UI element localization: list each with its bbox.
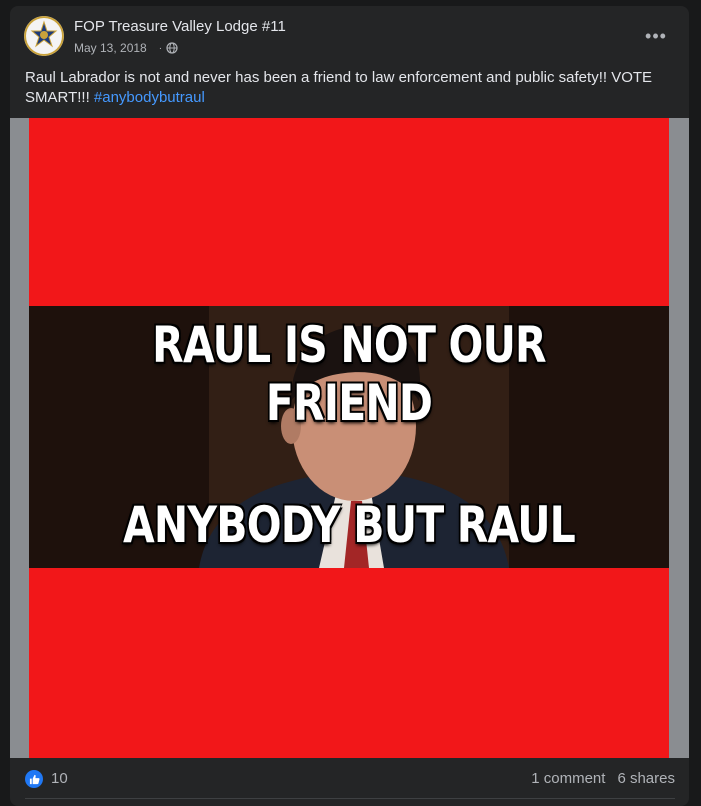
thumbs-up-glyph <box>29 774 40 784</box>
fop-star-logo-icon <box>24 16 64 56</box>
page-name-link[interactable]: FOP Treasure Valley Lodge #11 <box>74 18 286 35</box>
meta-separator: · <box>158 42 163 54</box>
photo-band: RAUL IS NOT OUR FRIEND ANYBODY BUT RAUL <box>29 306 669 568</box>
thumbs-up-icon[interactable] <box>25 770 43 788</box>
meme-image: RAUL IS NOT OUR FRIEND ANYBODY BUT RAUL <box>29 118 669 758</box>
post-card: FOP Treasure Valley Lodge #11 May 13, 20… <box>10 6 689 806</box>
meme-top-caption: RAUL IS NOT OUR FRIEND <box>152 316 546 432</box>
post-footer: 10 1 comment 6 shares <box>25 764 675 794</box>
post-image[interactable]: RAUL IS NOT OUR FRIEND ANYBODY BUT RAUL <box>10 118 689 758</box>
footer-divider <box>25 798 675 799</box>
post-text: Raul Labrador is not and never has been … <box>25 68 655 108</box>
page-avatar[interactable] <box>24 16 64 56</box>
shares-count[interactable]: 6 shares <box>617 770 675 787</box>
globe-icon <box>166 42 178 54</box>
more-options-icon[interactable]: ••• <box>640 26 672 46</box>
comments-count[interactable]: 1 comment <box>531 770 605 787</box>
post-header: FOP Treasure Valley Lodge #11 May 13, 20… <box>24 16 674 60</box>
hashtag-link[interactable]: #anybodybutraul <box>94 89 205 106</box>
post-date[interactable]: May 13, 2018 <box>74 41 147 55</box>
like-count[interactable]: 10 <box>51 770 68 787</box>
post-meta: May 13, 2018 · <box>74 41 178 55</box>
engagement-stats: 1 comment 6 shares <box>531 770 675 787</box>
meme-bottom-caption: ANYBODY BUT RAUL <box>123 496 576 554</box>
